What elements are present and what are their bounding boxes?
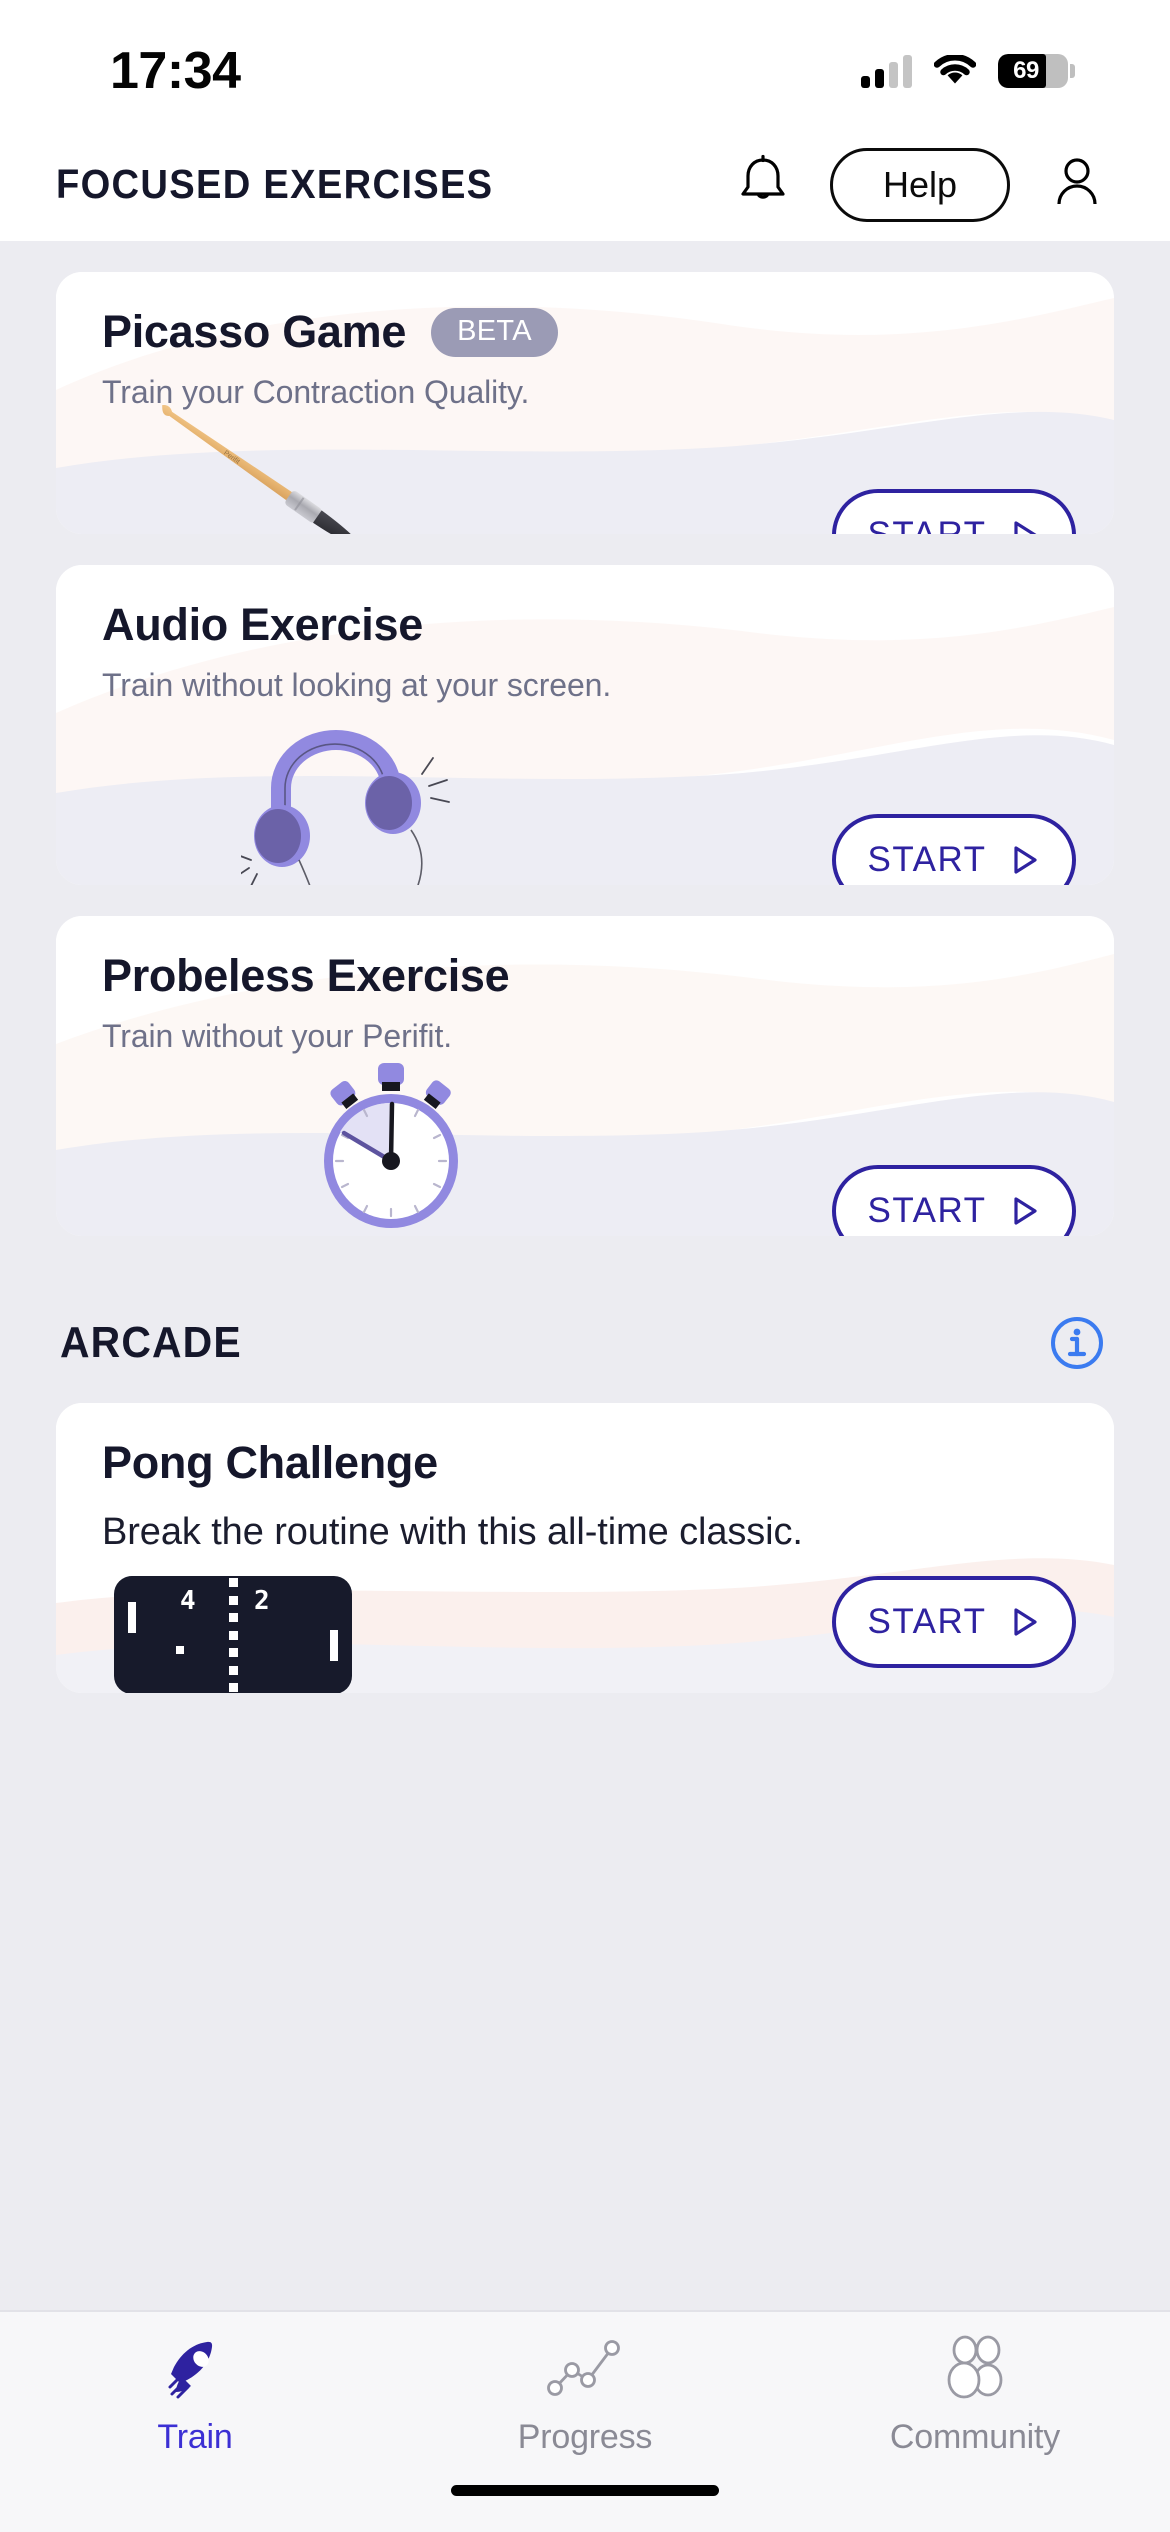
tab-label-train: Train xyxy=(157,2418,233,2456)
card-bottom: Perifit START xyxy=(56,404,1114,534)
card-bottom: 4 2 START xyxy=(56,1576,1114,1693)
card-title: Probeless Exercise xyxy=(102,950,510,1001)
tab-label-progress: Progress xyxy=(517,2418,653,2456)
card-bottom: START xyxy=(56,704,1114,885)
card-title: Pong Challenge xyxy=(102,1437,438,1488)
battery-percent: 69 xyxy=(1013,57,1039,84)
stopwatch-illustration xyxy=(296,1053,486,1236)
status-time: 17:34 xyxy=(110,42,241,100)
exercise-card-picasso[interactable]: Picasso Game BETA Train your Contraction… xyxy=(56,272,1114,534)
user-avatar-icon xyxy=(1051,154,1103,215)
status-bar: 17:34 69 xyxy=(0,0,1170,128)
help-button[interactable]: Help xyxy=(830,147,1010,222)
cellular-signal-icon xyxy=(861,54,912,88)
card-subtitle: Train your Contraction Quality. xyxy=(102,374,530,410)
pong-paddle-right xyxy=(330,1630,338,1661)
rocket-icon xyxy=(160,2332,230,2404)
start-button-label: START xyxy=(867,1602,987,1641)
help-button-label: Help xyxy=(882,163,958,205)
card-header: Probeless Exercise Train without your Pe… xyxy=(56,916,1114,1055)
card-header: Pong Challenge Break the routine with th… xyxy=(56,1403,1114,1554)
bottom-navigation: Train Progress Community xyxy=(0,2310,1170,2485)
card-title-row: Audio Exercise xyxy=(56,599,1114,651)
play-icon xyxy=(1013,521,1036,534)
start-button-label: START xyxy=(868,515,987,534)
play-icon xyxy=(1013,846,1037,874)
pong-score-left: 4 xyxy=(180,1586,196,1616)
notifications-button[interactable] xyxy=(726,148,800,222)
card-header: Picasso Game BETA Train your Contraction… xyxy=(56,272,1114,411)
section-title: ARCADE xyxy=(60,1318,242,1367)
pong-game-thumbnail: 4 2 xyxy=(114,1576,352,1693)
card-title: Picasso Game xyxy=(102,306,407,357)
line-chart-icon xyxy=(544,2332,626,2404)
pong-ball xyxy=(176,1646,184,1654)
app-screen: 17:34 69 FOCUSED EXERCISES Help Picasso … xyxy=(0,0,1170,2532)
profile-button[interactable] xyxy=(1040,148,1114,222)
home-indicator-area xyxy=(0,2485,1170,2532)
start-button-label: START xyxy=(867,1191,987,1230)
start-button-audio[interactable]: START xyxy=(832,814,1076,885)
exercise-card-probeless[interactable]: Probeless Exercise Train without your Pe… xyxy=(56,916,1114,1236)
play-icon xyxy=(1013,1197,1037,1225)
start-button-probeless[interactable]: START xyxy=(832,1165,1076,1236)
home-indicator[interactable] xyxy=(451,2485,719,2496)
start-button-label: START xyxy=(867,840,987,879)
wifi-icon xyxy=(933,54,977,87)
paintbrush-illustration: Perifit xyxy=(116,404,416,534)
card-header: Audio Exercise Train without looking at … xyxy=(56,565,1114,704)
arcade-section-header: ARCADE xyxy=(56,1236,1114,1372)
info-circle-icon xyxy=(1051,1317,1103,1369)
status-badge: BETA xyxy=(431,307,558,357)
card-bottom: START xyxy=(56,1055,1114,1236)
card-subtitle: Train without looking at your screen. xyxy=(102,667,612,703)
headphones-illustration xyxy=(234,708,461,885)
card-title-row: Picasso Game BETA xyxy=(56,306,1114,358)
pong-paddle-left xyxy=(128,1602,136,1633)
exercise-card-audio[interactable]: Audio Exercise Train without looking at … xyxy=(56,565,1114,885)
main-content[interactable]: Picasso Game BETA Train your Contraction… xyxy=(0,241,1170,2310)
status-indicators: 69 xyxy=(861,40,1075,88)
tab-community[interactable]: Community xyxy=(780,2332,1170,2457)
tab-train[interactable]: Train xyxy=(0,2332,390,2457)
people-icon xyxy=(933,2332,1017,2404)
battery-icon: 69 xyxy=(998,54,1075,88)
pong-center-line xyxy=(229,1576,238,1693)
card-subtitle: Train without your Perifit. xyxy=(102,1018,453,1054)
arcade-card-pong[interactable]: Pong Challenge Break the routine with th… xyxy=(56,1403,1114,1693)
card-subtitle: Break the routine with this all-time cla… xyxy=(102,1511,803,1553)
card-title-row: Probeless Exercise xyxy=(56,950,1114,1002)
card-title: Audio Exercise xyxy=(102,599,423,650)
tab-label-community: Community xyxy=(889,2418,1061,2456)
app-header: FOCUSED EXERCISES Help xyxy=(0,128,1170,241)
play-icon xyxy=(1013,1608,1037,1636)
start-button-picasso[interactable]: START xyxy=(832,489,1076,534)
start-button-pong[interactable]: START xyxy=(832,1576,1076,1668)
pong-score-right: 2 xyxy=(254,1586,270,1616)
tab-progress[interactable]: Progress xyxy=(390,2332,780,2457)
page-title: FOCUSED EXERCISES xyxy=(56,161,494,207)
arcade-info-button[interactable] xyxy=(1048,1314,1106,1372)
card-title-row: Pong Challenge xyxy=(56,1437,1114,1489)
bell-icon xyxy=(737,153,789,216)
